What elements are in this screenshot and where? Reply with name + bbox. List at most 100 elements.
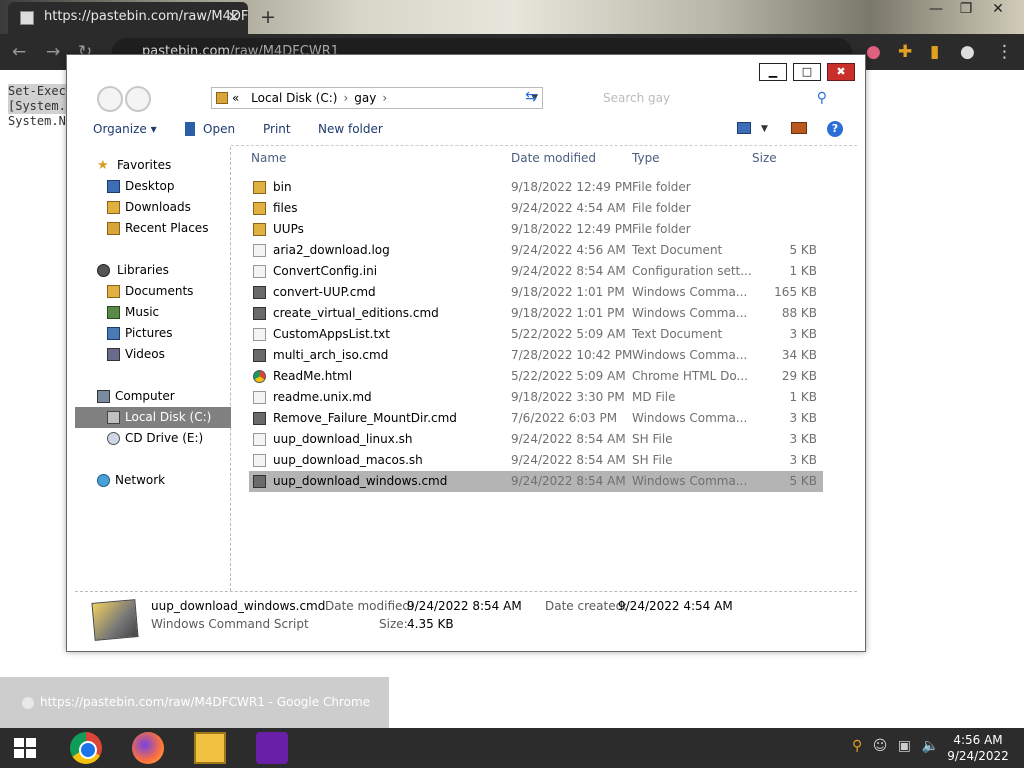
file-name: readme.unix.md [273, 390, 372, 404]
file-type: Text Document [632, 327, 723, 341]
sidebar-item-music[interactable]: Music [105, 302, 231, 323]
forward-circle-icon[interactable] [125, 86, 151, 112]
tab-close-icon[interactable]: ✕ [227, 2, 240, 32]
chrome-window-preview[interactable]: https://pastebin.com/raw/M4DFCWR1 - Goog… [0, 677, 389, 728]
text-line: Set-Exec [8, 84, 66, 99]
organize-button[interactable]: Organize ▾ [93, 115, 157, 143]
table-row[interactable]: create_virtual_editions.cmd 9/18/2022 1:0… [249, 303, 823, 324]
table-row[interactable]: ConvertConfig.ini 9/24/2022 8:54 AM Config… [249, 261, 823, 282]
file-name: ReadMe.html [273, 369, 353, 383]
table-row[interactable]: UUPs 9/18/2022 12:49 PM File folder [249, 219, 823, 240]
table-row[interactable]: uup_download_macos.sh 9/24/2022 8:54 AM SH… [249, 450, 823, 471]
extensions-puzzle-icon[interactable]: ✚ [898, 42, 912, 62]
column-header-type[interactable]: Type [632, 151, 660, 165]
profile-flag-icon[interactable]: ● [866, 42, 881, 62]
back-arrow-icon[interactable]: ← [12, 42, 26, 62]
new-folder-button[interactable]: New folder [318, 115, 383, 143]
table-row[interactable]: readme.unix.md 9/18/2022 3:30 PM MD File 1 … [249, 387, 823, 408]
window-minimize-button[interactable]: — [922, 0, 950, 18]
back-circle-icon[interactable] [97, 86, 123, 112]
messenger-tray-icon[interactable]: ☺ [873, 738, 888, 754]
taskbar-clock[interactable]: 4:56 AM 9/24/2022 [940, 732, 1016, 764]
pictures-icon [107, 327, 120, 340]
chrome-html-icon [253, 370, 266, 383]
sidebar-item-recent-places[interactable]: Recent Places [105, 218, 231, 239]
table-row[interactable]: Remove_Failure_MountDir.cmd 7/6/2022 6:03… [249, 408, 823, 429]
table-row[interactable]: convert-UUP.cmd 9/18/2022 1:01 PM Windows … [249, 282, 823, 303]
sidebar-item-network[interactable]: Network [95, 470, 231, 491]
chrome-taskbar-icon[interactable] [70, 732, 102, 764]
sidebar-item-desktop[interactable]: Desktop [105, 176, 231, 197]
firefox-taskbar-icon[interactable] [132, 732, 164, 764]
sidebar-item-pictures[interactable]: Pictures [105, 323, 231, 344]
documents-icon [107, 285, 120, 298]
videos-icon [107, 348, 120, 361]
sidebar-item-favorites[interactable]: ★ Favorites [95, 155, 231, 176]
header-divider [231, 145, 857, 146]
yahoo-messenger-taskbar-icon[interactable] [256, 732, 288, 764]
start-button-windows-icon[interactable] [14, 738, 36, 758]
window-restore-button[interactable]: ❐ [952, 0, 980, 18]
refresh-icon[interactable]: ⇆ [519, 89, 543, 109]
browser-tab[interactable]: https://pastebin.com/raw/M4DFC ✕ [8, 2, 248, 34]
help-icon[interactable]: ? [827, 121, 843, 137]
view-dropdown-chevron-icon[interactable]: ▼ [761, 115, 768, 143]
explorer-maximize-button[interactable]: □ [793, 63, 821, 81]
table-row[interactable]: multi_arch_iso.cmd 7/28/2022 10:42 PM Wind… [249, 345, 823, 366]
explorer-minimize-button[interactable]: ▁ [759, 63, 787, 81]
network-tray-icon[interactable]: ▣ [898, 738, 911, 754]
chevron-right-icon[interactable]: › [382, 91, 387, 105]
file-type: Text Document [632, 243, 723, 257]
open-button[interactable]: Open [203, 115, 235, 143]
file-name: Remove_Failure_MountDir.cmd [273, 411, 457, 425]
sidebar-item-downloads[interactable]: Downloads [105, 197, 231, 218]
recent-places-icon [107, 222, 120, 235]
column-header-size[interactable]: Size [752, 151, 777, 165]
search-placeholder: Search gay [603, 91, 671, 105]
table-row[interactable]: files 9/24/2022 4:54 AM File folder [249, 198, 823, 219]
preview-pane-icon[interactable] [791, 122, 807, 134]
text-file-icon [253, 244, 266, 257]
search-icon[interactable]: ⚲ [817, 87, 827, 109]
breadcrumb[interactable]: « Local Disk (C:) › gay › ▼ [211, 87, 543, 109]
print-button[interactable]: Print [263, 115, 291, 143]
sidebar-item-cd-drive[interactable]: CD Drive (E:) [105, 428, 231, 449]
search-tray-icon[interactable]: ⚲ [852, 738, 862, 754]
breadcrumb-overflow[interactable]: « [232, 91, 239, 105]
sidebar-panel-icon[interactable]: ▮ [930, 42, 939, 62]
menu-kebab-icon[interactable]: ⋮ [996, 42, 1013, 62]
column-header-name[interactable]: Name [251, 151, 286, 165]
browser-tabstrip: https://pastebin.com/raw/M4DFC ✕ + — ❐ ✕ [0, 0, 1024, 34]
file-type: SH File [632, 432, 673, 446]
table-row[interactable]: bin 9/18/2022 12:49 PM File folder [249, 177, 823, 198]
file-name: files [273, 201, 298, 215]
volume-icon[interactable]: 🔈 [921, 738, 938, 754]
file-explorer-taskbar-icon[interactable] [194, 732, 226, 764]
sidebar-item-label: Computer [115, 389, 175, 403]
details-size: 4.35 KB [407, 617, 454, 631]
text-line: System.N [8, 114, 66, 128]
table-row[interactable]: aria2_download.log 9/24/2022 4:56 AM Text … [249, 240, 823, 261]
new-tab-button[interactable]: + [260, 6, 276, 28]
back-forward-buttons[interactable] [97, 86, 157, 112]
table-row[interactable]: uup_download_linux.sh 9/24/2022 8:54 AM SH… [249, 429, 823, 450]
sidebar-item-local-disk[interactable]: Local Disk (C:) [75, 407, 231, 428]
window-close-button[interactable]: ✕ [984, 0, 1012, 18]
table-row[interactable]: ReadMe.html 5/22/2022 5:09 AM Chrome HTML … [249, 366, 823, 387]
chevron-right-icon[interactable]: › [343, 91, 348, 105]
table-row[interactable]: CustomAppsList.txt 5/22/2022 5:09 AM Text … [249, 324, 823, 345]
sidebar-item-libraries[interactable]: Libraries [95, 260, 231, 281]
cmd-file-icon [253, 349, 266, 362]
breadcrumb-drive[interactable]: Local Disk (C:) [251, 91, 337, 105]
sidebar-item-computer[interactable]: Computer [95, 386, 231, 407]
forward-arrow-icon[interactable]: → [46, 42, 60, 62]
search-input[interactable]: Search gay ⚲ [595, 87, 833, 109]
sidebar-item-videos[interactable]: Videos [105, 344, 231, 365]
table-row[interactable]: uup_download_windows.cmd 9/24/2022 8:54 A… [249, 471, 823, 492]
change-view-icon[interactable] [737, 122, 751, 134]
sidebar-item-documents[interactable]: Documents [105, 281, 231, 302]
account-avatar-icon[interactable]: ● [960, 42, 975, 62]
breadcrumb-folder[interactable]: gay [354, 91, 376, 105]
explorer-close-button[interactable]: ✖ [827, 63, 855, 81]
column-header-date-modified[interactable]: Date modified [511, 151, 596, 165]
